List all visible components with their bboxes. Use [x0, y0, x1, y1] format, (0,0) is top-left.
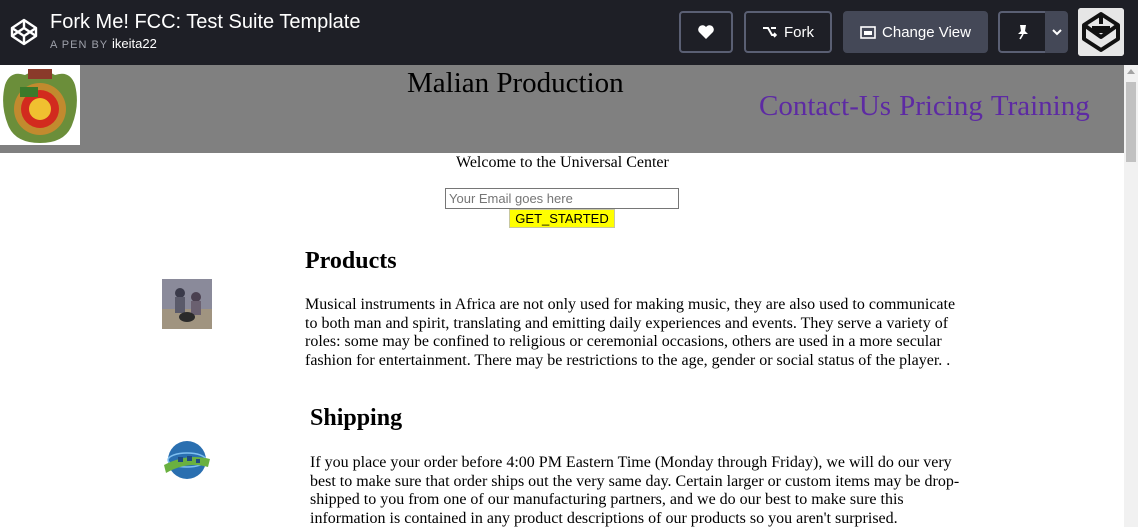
nav-pricing[interactable]: Pricing [899, 90, 983, 122]
pen-by-label: A PEN BY [50, 39, 108, 51]
site-logo [0, 65, 80, 145]
products-heading: Products [305, 248, 397, 274]
scrollbar-thumb[interactable] [1126, 82, 1136, 162]
welcome-text: Welcome to the Universal Center [456, 154, 669, 171]
pin-button[interactable] [998, 11, 1046, 53]
products-image [162, 279, 212, 329]
musicians-image-icon [162, 279, 212, 329]
pin-dropdown-button[interactable] [1045, 11, 1068, 53]
get-started-button[interactable]: GET_STARTED [509, 209, 615, 228]
products-text: Musical instruments in Africa are not on… [305, 296, 956, 369]
layout-icon [860, 25, 876, 39]
pen-author-line: A PEN BY ikeita22 [50, 36, 157, 51]
nav-contact-us[interactable]: Contact-Us [759, 90, 891, 122]
pen-preview: Malian Production Contact-Us Pricing Train… [0, 65, 1124, 527]
fork-button[interactable]: Fork [744, 11, 832, 53]
pin-icon [1018, 25, 1028, 40]
scroll-up-arrow-icon[interactable] [1127, 69, 1135, 74]
avatar-codepen-icon [1078, 8, 1124, 56]
codepen-logo-icon[interactable] [8, 16, 40, 48]
codepen-topbar: Fork Me! FCC: Test Suite Template A PEN … [0, 0, 1138, 65]
change-view-button[interactable]: Change View [843, 11, 988, 53]
seal-logo-icon [0, 65, 80, 145]
preview-scrollbar[interactable] [1124, 65, 1138, 527]
chevron-down-icon [1051, 28, 1062, 35]
site-header: Malian Production Contact-Us Pricing Train… [0, 65, 1124, 153]
shipping-image [160, 435, 214, 485]
pen-title[interactable]: Fork Me! FCC: Test Suite Template [50, 11, 360, 34]
fork-label: Fork [784, 23, 814, 41]
nav-training[interactable]: Training [991, 90, 1090, 122]
change-view-label: Change View [882, 23, 971, 41]
email-input[interactable] [445, 188, 679, 209]
shipping-text: If you place your order before 4:00 PM E… [310, 454, 960, 527]
globe-shipping-icon [164, 441, 210, 479]
site-nav: Contact-Us Pricing Training [759, 90, 1098, 123]
user-avatar[interactable] [1078, 8, 1124, 56]
shipping-heading: Shipping [310, 405, 403, 431]
site-title: Malian Production [407, 67, 624, 99]
heart-icon [698, 25, 714, 39]
fork-icon [763, 27, 778, 38]
pen-author-link[interactable]: ikeita22 [112, 36, 157, 51]
heart-button[interactable] [679, 11, 733, 53]
